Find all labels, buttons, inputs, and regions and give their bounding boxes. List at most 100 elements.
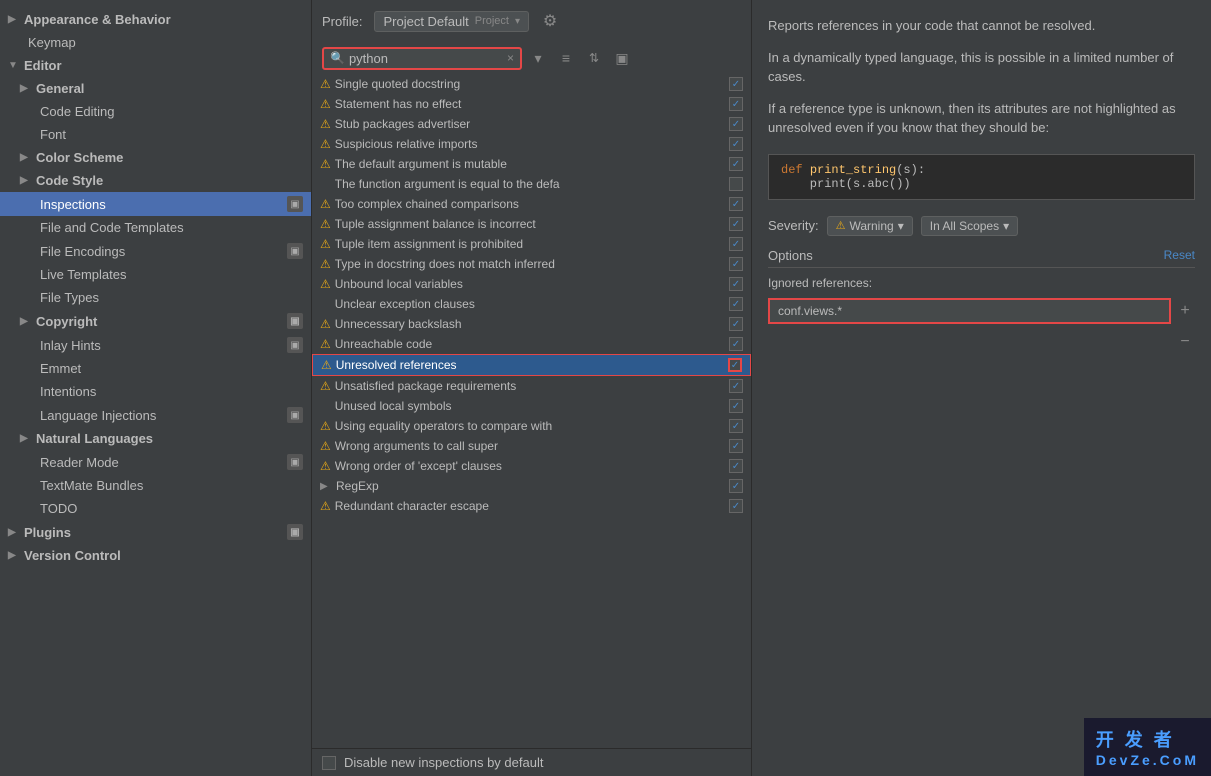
inspection-unresolved-references[interactable]: ⚠ Unresolved references [312, 354, 751, 376]
checkbox-unsatisfied-packages[interactable] [729, 379, 743, 393]
checkbox-unnecessary-backslash[interactable] [729, 317, 743, 331]
inspection-tuple-item-prohibited[interactable]: ⚠ Tuple item assignment is prohibited [312, 234, 751, 254]
checkbox-regexp-group[interactable] [729, 479, 743, 493]
copyright-badge: ▣ [287, 313, 303, 329]
inspection-wrong-args-super[interactable]: ⚠ Wrong arguments to call super [312, 436, 751, 456]
inspection-type-docstring[interactable]: ⚠ Type in docstring does not match infer… [312, 254, 751, 274]
sidebar-item-code-style[interactable]: Code Style [0, 169, 311, 192]
sidebar-item-file-encodings[interactable]: File Encodings ▣ [0, 239, 311, 263]
group-button[interactable]: ▣ [610, 46, 634, 70]
profile-dropdown[interactable]: Project Default Project ▾ [374, 11, 529, 32]
ignored-ref-row: + [768, 298, 1195, 324]
watermark-line1: 开 发 者 [1096, 726, 1199, 752]
inspection-unbound-local[interactable]: ⚠ Unbound local variables [312, 274, 751, 294]
search-box-container: 🔍 × [322, 47, 522, 70]
checkbox-statement-no-effect[interactable] [729, 97, 743, 111]
inspection-default-arg-mutable[interactable]: ⚠ The default argument is mutable [312, 154, 751, 174]
sidebar-item-copyright[interactable]: Copyright ▣ [0, 309, 311, 333]
sidebar-item-file-types[interactable]: File Types [0, 286, 311, 309]
gear-button[interactable]: ⚙ [537, 8, 563, 34]
checkbox-unreachable-code[interactable] [729, 337, 743, 351]
inspection-fn-arg-equal-default[interactable]: ⚠ The function argument is equal to the … [312, 174, 751, 194]
regexp-group-header[interactable]: RegExp [312, 476, 751, 496]
expand-arrow-color-scheme [20, 152, 34, 163]
options-header: Options Reset [768, 248, 1195, 268]
inspection-wrong-except-order[interactable]: ⚠ Wrong order of 'except' clauses [312, 456, 751, 476]
filter-button[interactable]: ▾ [526, 46, 550, 70]
expand-arrow-natural-languages [20, 433, 34, 444]
sidebar-item-live-templates[interactable]: Live Templates [0, 263, 311, 286]
disable-inspections-label: Disable new inspections by default [344, 755, 543, 770]
checkbox-fn-arg-equal-default[interactable] [729, 177, 743, 191]
collapse-all-button[interactable]: ⇅ [582, 46, 606, 70]
inspection-unclear-exception[interactable]: ⚠ Unclear exception clauses [312, 294, 751, 314]
inspection-equality-operators[interactable]: ⚠ Using equality operators to compare wi… [312, 416, 751, 436]
inspection-stub-packages[interactable]: ⚠ Stub packages advertiser [312, 114, 751, 134]
checkbox-default-arg-mutable[interactable] [729, 157, 743, 171]
reset-link[interactable]: Reset [1164, 248, 1195, 262]
sidebar-item-inspections[interactable]: Inspections ▣ [0, 192, 311, 216]
sidebar-item-todo[interactable]: TODO [0, 497, 311, 520]
sidebar-item-textmate-bundles[interactable]: TextMate Bundles [0, 474, 311, 497]
checkbox-wrong-except-order[interactable] [729, 459, 743, 473]
checkbox-stub-packages[interactable] [729, 117, 743, 131]
sidebar-item-plugins[interactable]: Plugins ▣ [0, 520, 311, 544]
scope-dropdown[interactable]: In All Scopes ▾ [921, 216, 1018, 236]
warning-icon: ⚠ [320, 117, 331, 131]
sidebar-item-version-control[interactable]: Version Control [0, 544, 311, 567]
inspection-redundant-escape[interactable]: ⚠ Redundant character escape [312, 496, 751, 516]
inspection-tuple-balance[interactable]: ⚠ Tuple assignment balance is incorrect [312, 214, 751, 234]
checkbox-wrong-args-super[interactable] [729, 439, 743, 453]
sidebar-item-keymap[interactable]: Keymap [0, 31, 311, 54]
remove-ignored-ref-button[interactable]: − [1175, 332, 1195, 352]
sidebar-item-emmet[interactable]: Emmet [0, 357, 311, 380]
inspection-unsatisfied-packages[interactable]: ⚠ Unsatisfied package requirements [312, 376, 751, 396]
sidebar-item-font[interactable]: Font [0, 123, 311, 146]
sidebar-item-natural-languages[interactable]: Natural Languages [0, 427, 311, 450]
severity-label: Severity: [768, 218, 819, 233]
inlay-hints-badge: ▣ [287, 337, 303, 353]
sidebar-item-file-code-templates[interactable]: File and Code Templates [0, 216, 311, 239]
checkbox-tuple-item-prohibited[interactable] [729, 237, 743, 251]
checkbox-unclear-exception[interactable] [729, 297, 743, 311]
disable-inspections-checkbox[interactable] [322, 756, 336, 770]
add-ignored-ref-button[interactable]: + [1175, 301, 1195, 321]
inspection-complex-chained[interactable]: ⚠ Too complex chained comparisons [312, 194, 751, 214]
warning-icon: ⚠ [320, 137, 331, 151]
sidebar-item-code-editing[interactable]: Code Editing [0, 100, 311, 123]
checkbox-complex-chained[interactable] [729, 197, 743, 211]
sidebar-item-reader-mode[interactable]: Reader Mode ▣ [0, 450, 311, 474]
checkbox-equality-operators[interactable] [729, 419, 743, 433]
expand-arrow-regexp [320, 481, 334, 492]
profile-arrow: ▾ [515, 16, 520, 27]
checkbox-tuple-balance[interactable] [729, 217, 743, 231]
search-clear-button[interactable]: × [507, 51, 514, 65]
sidebar-item-inlay-hints[interactable]: Inlay Hints ▣ [0, 333, 311, 357]
sidebar-item-intentions[interactable]: Intentions [0, 380, 311, 403]
checkbox-redundant-escape[interactable] [729, 499, 743, 513]
sidebar-item-color-scheme[interactable]: Color Scheme [0, 146, 311, 169]
ignored-ref-input[interactable] [768, 298, 1171, 324]
checkbox-unbound-local[interactable] [729, 277, 743, 291]
profile-value: Project Default [383, 14, 468, 29]
inspection-suspicious-imports[interactable]: ⚠ Suspicious relative imports [312, 134, 751, 154]
checkbox-type-docstring[interactable] [729, 257, 743, 271]
sidebar-item-editor[interactable]: Editor [0, 54, 311, 77]
severity-dropdown[interactable]: ⚠ Warning ▾ [827, 216, 913, 236]
sidebar-item-language-injections[interactable]: Language Injections ▣ [0, 403, 311, 427]
profile-label: Profile: [322, 14, 362, 29]
search-input[interactable] [349, 51, 503, 66]
expand-arrow-code-style [20, 175, 34, 186]
sidebar-item-appearance-behavior[interactable]: Appearance & Behavior [0, 8, 311, 31]
inspection-unreachable-code[interactable]: ⚠ Unreachable code [312, 334, 751, 354]
checkbox-unused-local[interactable] [729, 399, 743, 413]
inspection-unused-local[interactable]: ⚠ Unused local symbols [312, 396, 751, 416]
inspection-single-quoted-docstring[interactable]: ⚠ Single quoted docstring [312, 74, 751, 94]
expand-all-button[interactable]: ≡ [554, 46, 578, 70]
inspection-statement-no-effect[interactable]: ⚠ Statement has no effect [312, 94, 751, 114]
sidebar-item-general[interactable]: General [0, 77, 311, 100]
checkbox-unresolved-references[interactable] [728, 358, 742, 372]
inspection-unnecessary-backslash[interactable]: ⚠ Unnecessary backslash [312, 314, 751, 334]
checkbox-suspicious-imports[interactable] [729, 137, 743, 151]
checkbox-single-quoted[interactable] [729, 77, 743, 91]
